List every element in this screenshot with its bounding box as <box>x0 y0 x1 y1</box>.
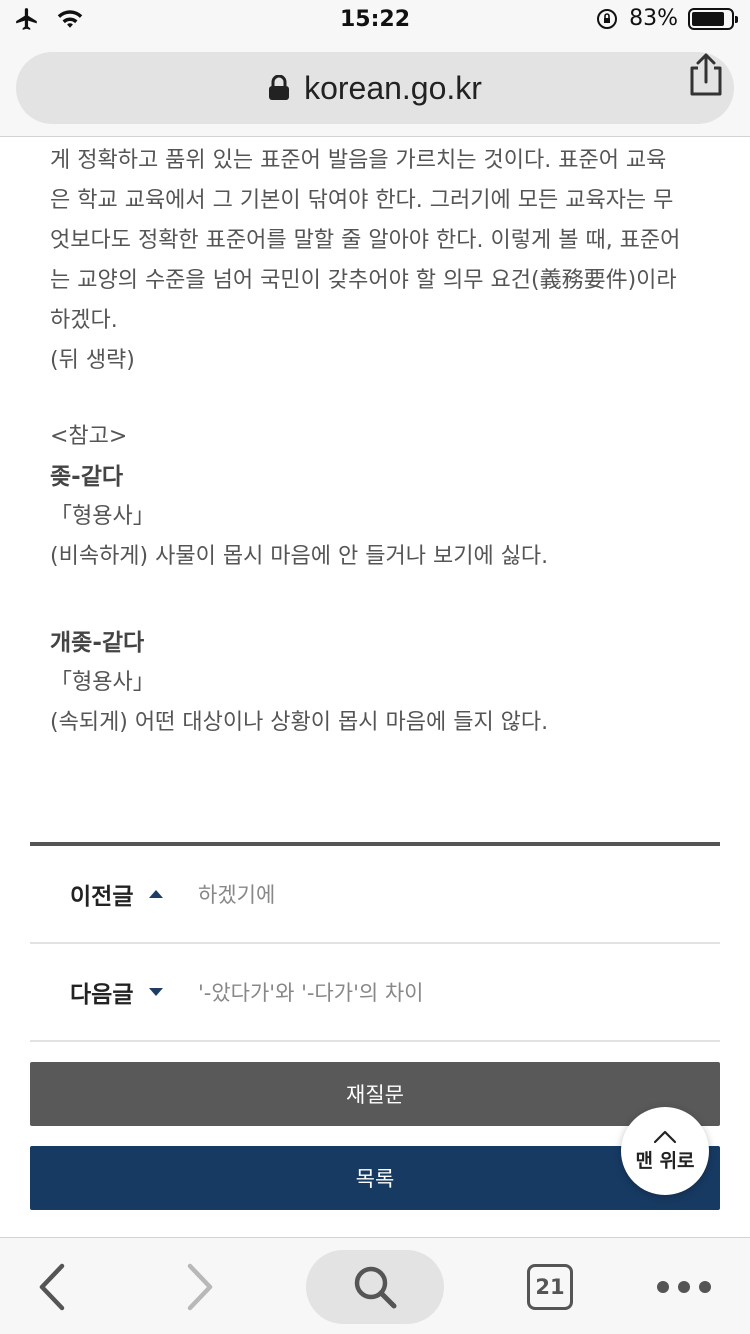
browser-address-area: korean.go.kr <box>0 40 750 137</box>
back-button[interactable] <box>22 1238 82 1334</box>
article-line: 게 정확하고 품위 있는 표준어 발음을 가르치는 것이다. 표준어 교육 <box>50 148 667 173</box>
term-definition: (속되게) 어떤 대상이나 상황이 몹시 마음에 들지 않다. <box>50 710 549 735</box>
term-word: 좆-같다 <box>50 464 124 490</box>
caret-up-icon <box>149 890 163 898</box>
article-line: (뒤 생략) <box>50 348 135 373</box>
scroll-to-top-button[interactable]: 맨 위로 <box>621 1107 709 1195</box>
tab-count: 21 <box>527 1263 573 1310</box>
post-navigation: 이전글 하겠기에 다음글 '-았다가'와 '-다가'의 차이 <box>30 842 720 1042</box>
url-text: korean.go.kr <box>304 69 482 106</box>
article-line: 은 학교 교육에서 그 기본이 닦여야 한다. 그러기에 모든 교육자는 무 <box>50 188 674 213</box>
orientation-lock-icon <box>597 8 618 29</box>
more-button[interactable] <box>652 1238 716 1334</box>
article-line: 하겠다. <box>50 308 118 333</box>
caret-down-icon <box>149 988 163 996</box>
forward-button[interactable] <box>170 1238 230 1334</box>
reask-button[interactable]: 재질문 <box>30 1062 720 1126</box>
browser-toolbar: 21 <box>0 1237 750 1334</box>
scroll-to-top-label: 맨 위로 <box>635 1149 695 1172</box>
term-word: 개좆-같다 <box>50 630 145 656</box>
prev-post-row[interactable]: 이전글 하겠기에 <box>30 846 720 944</box>
tabs-button[interactable]: 21 <box>522 1238 578 1334</box>
battery-fill <box>692 11 724 26</box>
next-post-title[interactable]: '-았다가'와 '-다가'의 차이 <box>198 977 423 1007</box>
lock-icon <box>269 75 290 100</box>
article-line: 엇보다도 정확한 표준어를 말할 줄 알아야 한다. 이렇게 볼 때, 표준어 <box>50 228 681 253</box>
article-line: 는 교양의 수준을 넘어 국민이 갖추어야 할 의무 요건(義務要件)이라 <box>50 268 677 293</box>
share-icon <box>690 53 722 96</box>
chevron-right-icon <box>187 1263 213 1310</box>
chevron-left-icon <box>39 1263 65 1310</box>
search-button[interactable] <box>306 1250 444 1324</box>
article-body: 게 정확하고 품위 있는 표준어 발음을 가르치는 것이다. 표준어 교육 은 … <box>50 141 710 743</box>
list-button[interactable]: 목록 <box>30 1146 720 1210</box>
term-pos: 「형용사」 <box>50 504 155 529</box>
battery-icon <box>688 7 738 30</box>
reference-label: <참고> <box>50 424 128 449</box>
term-pos: 「형용사」 <box>50 670 155 695</box>
next-post-label: 다음글 <box>70 982 134 1008</box>
status-right: 83% <box>595 6 738 31</box>
page-content: 게 정확하고 품위 있는 표준어 발음을 가르치는 것이다. 표준어 교육 은 … <box>0 137 750 1237</box>
prev-post-label: 이전글 <box>70 884 134 910</box>
battery-cap <box>735 15 738 23</box>
share-button[interactable] <box>686 52 726 98</box>
prev-post-title[interactable]: 하겠기에 <box>198 879 275 909</box>
battery-percent: 83% <box>629 6 678 31</box>
chevron-up-icon <box>653 1130 677 1143</box>
next-post-row[interactable]: 다음글 '-았다가'와 '-다가'의 차이 <box>30 944 720 1042</box>
more-icon <box>657 1280 711 1293</box>
term-definition: (비속하게) 사물이 몹시 마음에 안 들거나 보기에 싫다. <box>50 544 549 569</box>
status-bar: 15:22 83% <box>0 0 750 40</box>
address-bar[interactable]: korean.go.kr <box>16 52 734 124</box>
search-icon <box>354 1266 397 1309</box>
